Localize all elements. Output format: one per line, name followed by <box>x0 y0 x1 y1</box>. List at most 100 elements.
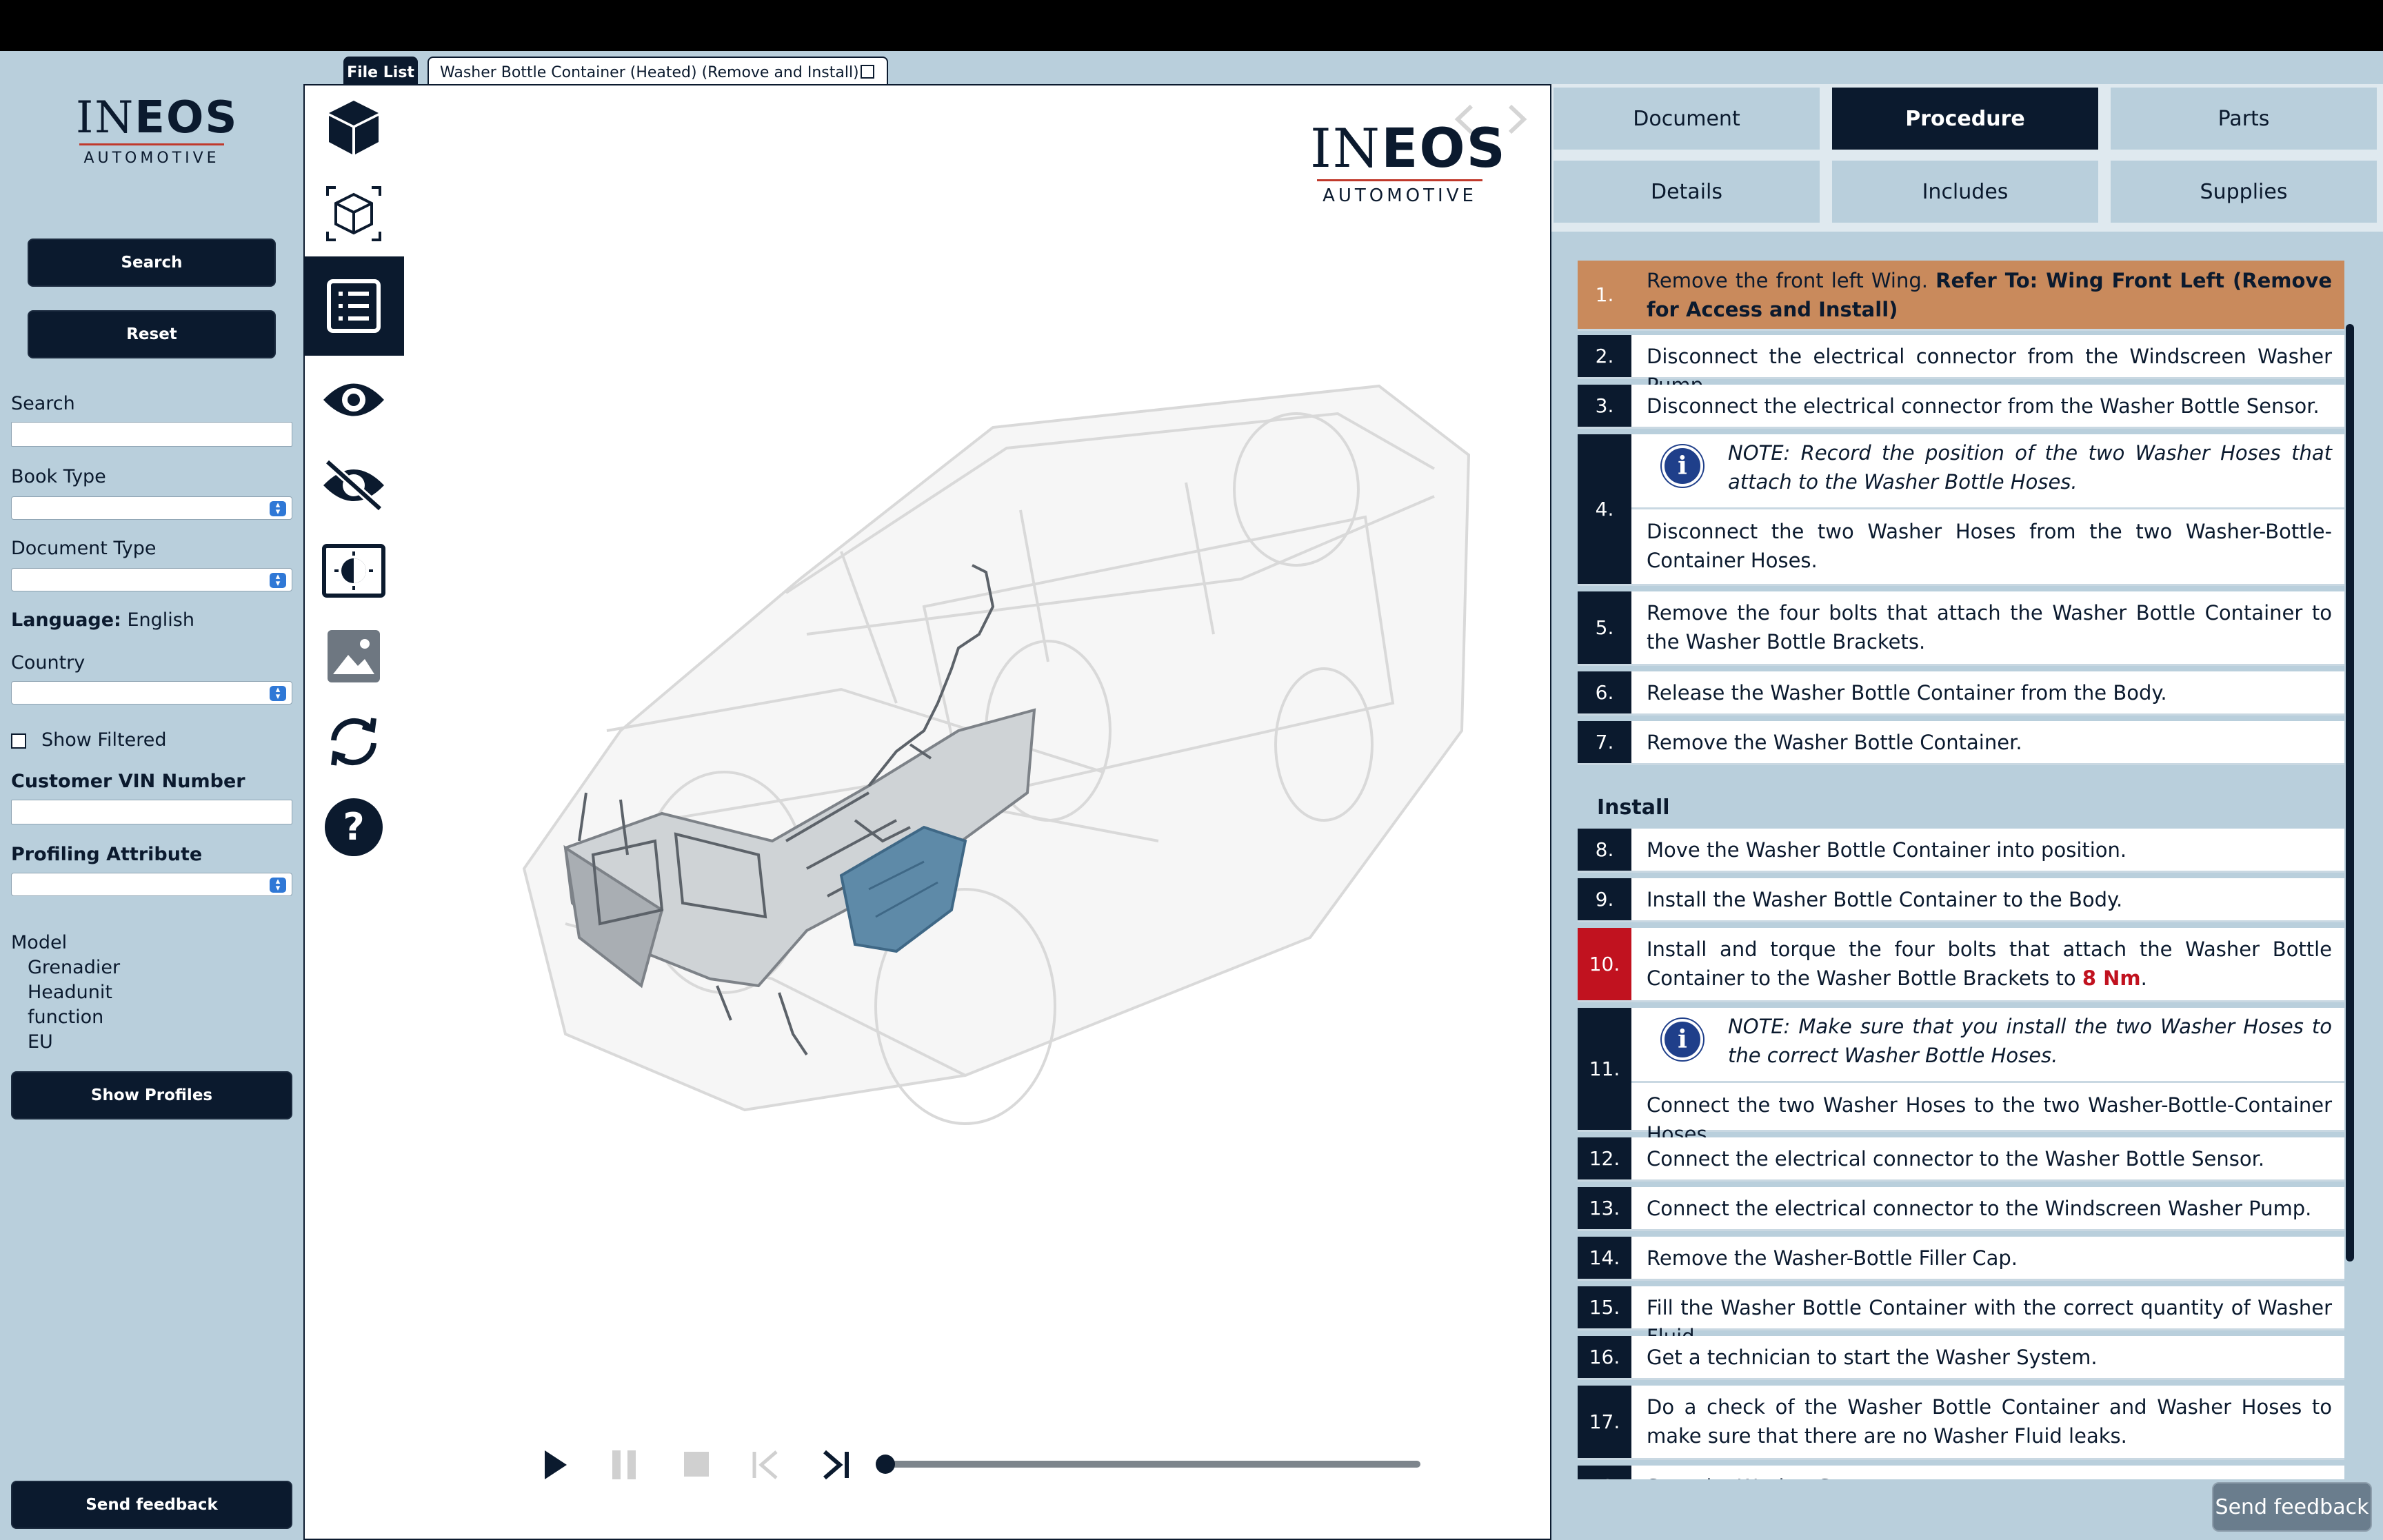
skip-forward-icon[interactable] <box>821 1448 851 1482</box>
ineos-logo: INEOS AUTOMOTIVE <box>76 92 239 167</box>
info-icon: i <box>1662 445 1703 487</box>
tab-includes[interactable]: Includes <box>1830 159 2100 225</box>
step-number: 3. <box>1578 385 1631 427</box>
procedure-scrollbar[interactable] <box>2346 324 2354 1262</box>
step-number: 8. <box>1578 829 1631 871</box>
step-number: 7. <box>1578 721 1631 763</box>
torque-value: 8 Nm <box>2082 966 2141 990</box>
step-number: 6. <box>1578 671 1631 713</box>
country-label: Country <box>11 652 86 673</box>
profiling-attribute-label: Profiling Attribute <box>11 844 203 865</box>
step-text: Remove the Washer-Bottle Filler Cap. <box>1647 1246 2018 1270</box>
progress-handle[interactable] <box>876 1455 895 1474</box>
cube-wireframe-icon[interactable] <box>303 171 404 256</box>
top-bar <box>0 0 2383 51</box>
search-label: Search <box>11 393 75 414</box>
close-tab-icon[interactable] <box>861 65 874 79</box>
image-icon[interactable] <box>303 614 404 699</box>
tab-details[interactable]: Details <box>1551 159 1822 225</box>
tab-supplies[interactable]: Supplies <box>2109 159 2379 225</box>
eye-slash-icon[interactable] <box>303 443 404 528</box>
tab-document-title: Washer Bottle Container (Heated) (Remove… <box>440 63 859 81</box>
profiling-attribute-select[interactable]: ▴ ▾ <box>11 873 292 896</box>
install-heading: Install <box>1597 796 1670 820</box>
procedure-step[interactable]: 13. Connect the electrical connector to … <box>1578 1187 2344 1231</box>
progress-track[interactable] <box>883 1461 1420 1468</box>
procedure-step[interactable]: 3. Disconnect the electrical connector f… <box>1578 385 2344 429</box>
stop-icon[interactable] <box>681 1448 712 1482</box>
procedure-step[interactable]: 16. Get a technician to start the Washer… <box>1578 1336 2344 1380</box>
procedure-step[interactable]: 7. Remove the Washer Bottle Container. <box>1578 721 2344 765</box>
procedure-step[interactable]: 14. Remove the Washer-Bottle Filler Cap. <box>1578 1237 2344 1281</box>
step-number: 5. <box>1578 591 1631 664</box>
step-text: Disconnect the electrical connector from… <box>1647 394 2320 418</box>
search-input[interactable] <box>11 422 292 447</box>
eye-icon[interactable] <box>303 357 404 443</box>
procedure-step[interactable]: 10. Install and torque the four bolts th… <box>1578 928 2344 1002</box>
book-type-select[interactable]: ▴ ▾ <box>11 496 292 520</box>
play-icon[interactable] <box>542 1448 570 1482</box>
step-text: Release the Washer Bottle Container from… <box>1647 681 2167 705</box>
skip-back-icon[interactable] <box>750 1448 781 1482</box>
step-number: 1. <box>1578 261 1631 329</box>
procedure-step[interactable]: 1. Remove the front left Wing. Refer To:… <box>1578 261 2344 331</box>
procedure-step[interactable]: 8. Move the Washer Bottle Container into… <box>1578 829 2344 873</box>
tab-document-view[interactable]: Document <box>1551 85 1822 152</box>
procedure-step[interactable]: 11. i NOTE: Make sure that you install t… <box>1578 1008 2344 1146</box>
procedure-step[interactable]: 18. Stop the Washer System. <box>1578 1466 2344 1479</box>
next-arrow-icon[interactable] <box>1503 102 1531 136</box>
procedure-step[interactable]: 4. i NOTE: Record the position of the tw… <box>1578 434 2344 586</box>
info-icon: i <box>1662 1019 1703 1060</box>
step-note: NOTE: Record the position of the two Was… <box>1728 441 2332 494</box>
show-filtered-checkbox[interactable] <box>11 733 26 749</box>
step-text: Install and torque the four bolts that a… <box>1647 938 2332 990</box>
previous-arrow-icon[interactable] <box>1451 102 1478 136</box>
help-icon[interactable]: ? <box>303 784 404 870</box>
country-select[interactable]: ▴ ▾ <box>11 681 292 705</box>
step-text: Remove the front left Wing. Refer To: Wi… <box>1647 269 2332 321</box>
step-number: 12. <box>1578 1137 1631 1179</box>
reset-button[interactable]: Reset <box>28 310 276 358</box>
step-number: 9. <box>1578 878 1631 920</box>
procedure-step[interactable]: 15. Fill the Washer Bottle Container wit… <box>1578 1286 2344 1348</box>
send-feedback-button[interactable]: Send feedback <box>11 1481 292 1529</box>
select-arrows-icon: ▴ ▾ <box>270 500 286 516</box>
note-divider <box>1631 507 2344 509</box>
procedure-step[interactable]: 9. Install the Washer Bottle Container t… <box>1578 878 2344 922</box>
procedure-step[interactable]: 6. Release the Washer Bottle Container f… <box>1578 671 2344 716</box>
vin-input[interactable] <box>11 800 292 824</box>
viewer-toolbar: ? <box>303 84 404 1540</box>
language-display: Language: English <box>11 609 194 631</box>
vin-label: Customer VIN Number <box>11 771 245 792</box>
refresh-icon[interactable] <box>303 699 404 784</box>
pause-icon[interactable] <box>610 1448 640 1482</box>
show-filtered-label: Show Filtered <box>41 729 167 751</box>
vehicle-3d-model[interactable] <box>483 345 1482 1213</box>
procedure-step[interactable]: 17. Do a check of the Washer Bottle Cont… <box>1578 1386 2344 1460</box>
step-note: NOTE: Make sure that you install the two… <box>1728 1015 2332 1067</box>
show-profiles-button[interactable]: Show Profiles <box>11 1071 292 1119</box>
step-text: Stop the Washer System. <box>1647 1472 2332 1479</box>
svg-text:?: ? <box>343 805 364 849</box>
procedure-step[interactable]: 5. Remove the four bolts that attach the… <box>1578 591 2344 666</box>
list-icon[interactable] <box>303 256 404 356</box>
send-feedback-floating-button[interactable]: Send feedback <box>2212 1482 2372 1532</box>
step-number: 4. <box>1578 434 1631 584</box>
tab-procedure[interactable]: Procedure <box>1830 85 2100 152</box>
select-arrows-icon: ▴ ▾ <box>270 877 286 893</box>
tab-file-list[interactable]: File List <box>343 57 418 87</box>
document-type-select[interactable]: ▴ ▾ <box>11 568 292 591</box>
step-number: 17. <box>1578 1386 1631 1458</box>
step-text: Remove the Washer Bottle Container. <box>1647 731 2022 754</box>
model-item: Grenadier <box>28 957 121 978</box>
cube-icon[interactable] <box>303 84 404 170</box>
step-number: 16. <box>1578 1336 1631 1378</box>
contrast-icon[interactable] <box>303 528 404 614</box>
model-item: function <box>28 1006 104 1028</box>
procedure-step[interactable]: 2. Disconnect the electrical connector f… <box>1578 335 2344 397</box>
tab-parts[interactable]: Parts <box>2109 85 2379 152</box>
document-type-label: Document Type <box>11 538 157 559</box>
procedure-step[interactable]: 12. Connect the electrical connector to … <box>1578 1137 2344 1182</box>
search-button[interactable]: Search <box>28 239 276 287</box>
tab-document[interactable]: Washer Bottle Container (Heated) (Remove… <box>428 57 888 87</box>
